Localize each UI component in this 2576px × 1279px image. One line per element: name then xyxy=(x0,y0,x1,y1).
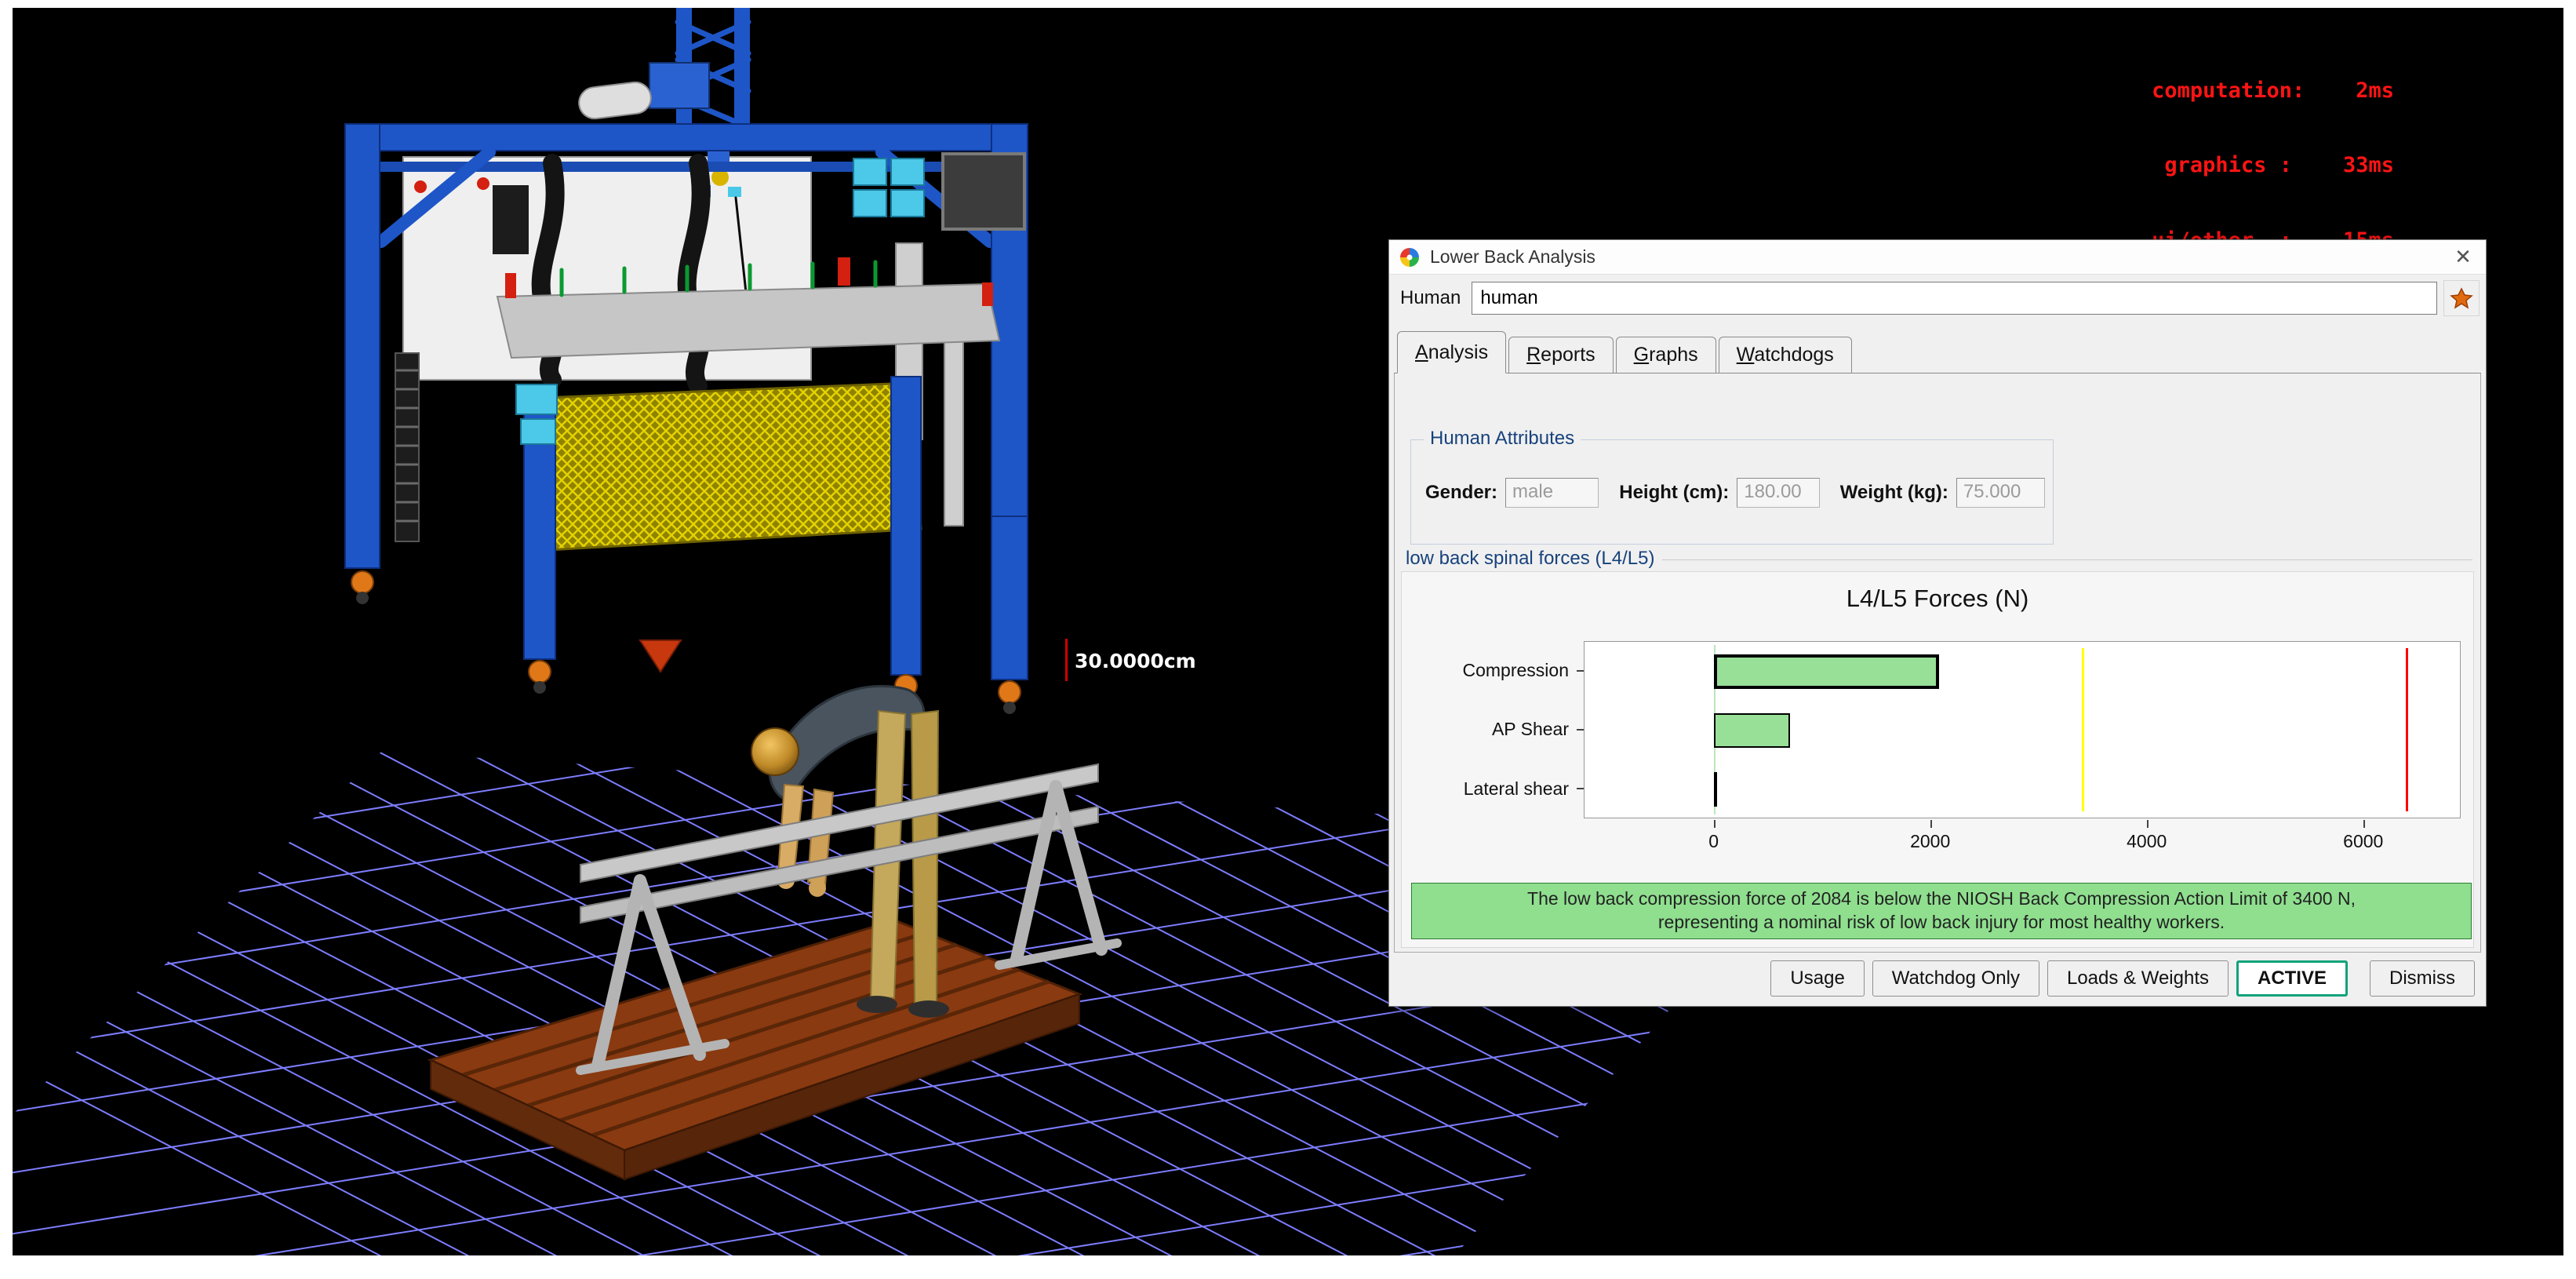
gender-label: Gender: xyxy=(1425,482,1497,504)
reference-line-3400 xyxy=(2082,648,2084,811)
usage-button[interactable]: Usage xyxy=(1770,960,1864,997)
app-icon xyxy=(1399,246,1421,268)
stat-computation: computation: 2ms xyxy=(2152,78,2394,104)
watchdog-only-button[interactable]: Watchdog Only xyxy=(1872,960,2039,997)
section-divider xyxy=(1662,559,2472,560)
chart-y-labels: Compression AP Shear Lateral shear xyxy=(1402,641,1584,818)
niosh-message-box: The low back compression force of 2084 i… xyxy=(1411,883,2472,939)
human-attributes-row: Gender: male Height (cm): 180.00 Weight … xyxy=(1425,478,2045,508)
reference-line-6400 xyxy=(2406,648,2408,811)
message-line-1: The low back compression force of 2084 i… xyxy=(1527,887,2356,911)
select-human-button[interactable] xyxy=(2443,280,2480,316)
dismiss-button[interactable]: Dismiss xyxy=(2370,960,2475,997)
close-icon[interactable]: ✕ xyxy=(2440,240,2486,275)
human-input[interactable] xyxy=(1472,282,2437,315)
x-tick xyxy=(2147,820,2148,828)
human-attributes-title: Human Attributes xyxy=(1424,428,1581,450)
tab-graphs[interactable]: Graphs xyxy=(1616,337,1716,373)
height-label: Height (cm): xyxy=(1619,482,1729,504)
bar-lateral-shear[interactable] xyxy=(1714,772,1717,807)
measurement-label: 30.0000cm xyxy=(1075,650,1196,672)
tab-watchdogs[interactable]: Watchdogs xyxy=(1719,337,1852,373)
human-attributes-group: Human Attributes Gender: male Height (cm… xyxy=(1410,439,2054,545)
tab-bar: AnalysisReportsGraphsWatchdogs xyxy=(1394,330,2481,373)
weight-value: 75.000 xyxy=(1956,478,2045,508)
y-tick xyxy=(1577,670,1584,672)
x-tick-label: 0 xyxy=(1708,831,1719,852)
dialog-buttons: Usage Watchdog Only Loads & Weights ACTI… xyxy=(1763,959,2475,998)
forces-section-header: low back spinal forces (L4/L5) xyxy=(1406,548,2472,570)
bar-ap-shear[interactable] xyxy=(1714,713,1789,748)
height-value: 180.00 xyxy=(1737,478,1819,508)
select-human-icon xyxy=(2450,286,2473,310)
tab-analysis[interactable]: Analysis xyxy=(1397,331,1506,373)
gender-value: male xyxy=(1505,478,1599,508)
dialog-title: Lower Back Analysis xyxy=(1430,246,1595,268)
x-tick xyxy=(1714,820,1716,828)
machine-model xyxy=(345,8,1028,714)
human-field-row: Human xyxy=(1389,275,2486,322)
y-label-row: Compression xyxy=(1402,641,1584,700)
y-tick xyxy=(1577,788,1584,789)
stat-graphics: graphics : 33ms xyxy=(2152,153,2394,178)
y-label-row: AP Shear xyxy=(1402,700,1584,759)
y-label: Lateral shear xyxy=(1464,778,1569,800)
chart-x-axis: 0 2000 4000 6000 xyxy=(1584,818,2461,862)
y-label: Compression xyxy=(1463,660,1570,681)
y-label: AP Shear xyxy=(1492,719,1569,740)
forces-section-title: low back spinal forces (L4/L5) xyxy=(1406,548,1654,570)
dialog-titlebar[interactable]: Lower Back Analysis ✕ xyxy=(1389,240,2486,275)
measurement-marker xyxy=(1065,639,1068,681)
tab-reports[interactable]: Reports xyxy=(1508,337,1614,373)
y-label-row: Lateral shear xyxy=(1402,760,1584,818)
bar-compression[interactable] xyxy=(1714,654,1939,689)
x-tick xyxy=(2363,820,2365,828)
chart-plot xyxy=(1584,641,2461,818)
forces-panel: L4/L5 Forces (N) Compression AP Shear Late… xyxy=(1401,571,2474,948)
active-button[interactable]: ACTIVE xyxy=(2236,960,2348,997)
pallet-model xyxy=(431,920,1079,1179)
x-tick-label: 4000 xyxy=(2127,831,2167,852)
x-tick-label: 2000 xyxy=(1910,831,1950,852)
weight-label: Weight (kg): xyxy=(1840,482,1948,504)
loads-weights-button[interactable]: Loads & Weights xyxy=(2047,960,2229,997)
x-tick xyxy=(1930,820,1932,828)
lower-back-analysis-dialog: Lower Back Analysis ✕ Human AnalysisRepo… xyxy=(1388,239,2487,1007)
chart-title: L4/L5 Forces (N) xyxy=(1402,585,2473,613)
analysis-tab-panel: Human Attributes Gender: male Height (cm… xyxy=(1394,373,2481,953)
x-tick-label: 6000 xyxy=(2343,831,2383,852)
message-line-2: representing a nominal risk of low back … xyxy=(1658,911,2225,935)
y-tick xyxy=(1577,729,1584,731)
human-field-label: Human xyxy=(1400,287,1461,309)
